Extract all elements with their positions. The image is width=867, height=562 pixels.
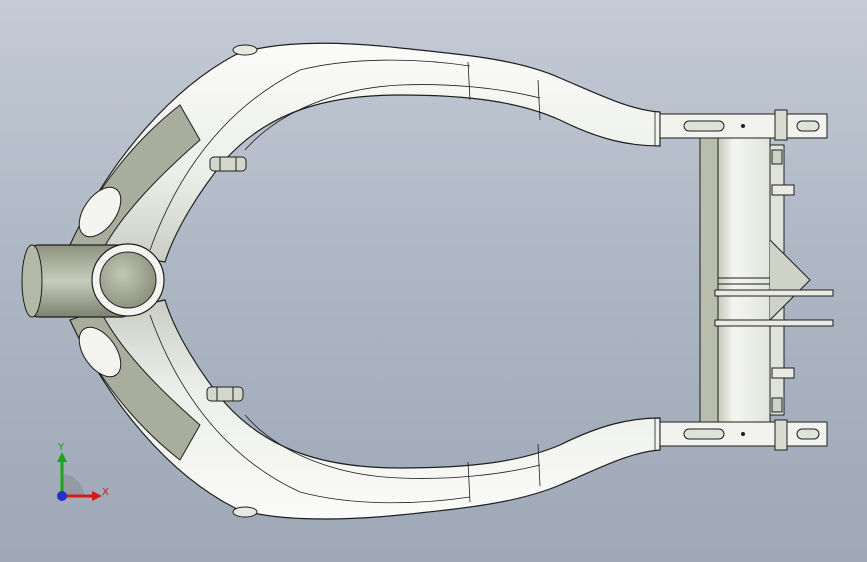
swingarm-3d-model[interactable]: [0, 0, 867, 562]
graphics-viewport[interactable]: Y X: [0, 0, 867, 562]
y-axis-arrowhead: [57, 452, 67, 462]
top-lug: [232, 44, 258, 56]
coordinate-triad: [57, 452, 102, 501]
lower-axle-clamp[interactable]: [659, 419, 828, 451]
pivot-tube-bore: [99, 251, 157, 309]
x-axis-arrowhead: [92, 491, 102, 501]
upper-mount-boss: [209, 156, 247, 172]
pivot-shaft-end: [21, 244, 43, 318]
x-axis-label: X: [102, 487, 109, 498]
upper-axle-clamp[interactable]: [659, 109, 828, 141]
y-axis-label: Y: [58, 442, 65, 453]
lower-mount-boss: [206, 386, 244, 402]
rear-axle-plate[interactable]: [699, 137, 834, 424]
z-axis-dot: [57, 491, 67, 501]
bottom-lug: [232, 506, 258, 518]
